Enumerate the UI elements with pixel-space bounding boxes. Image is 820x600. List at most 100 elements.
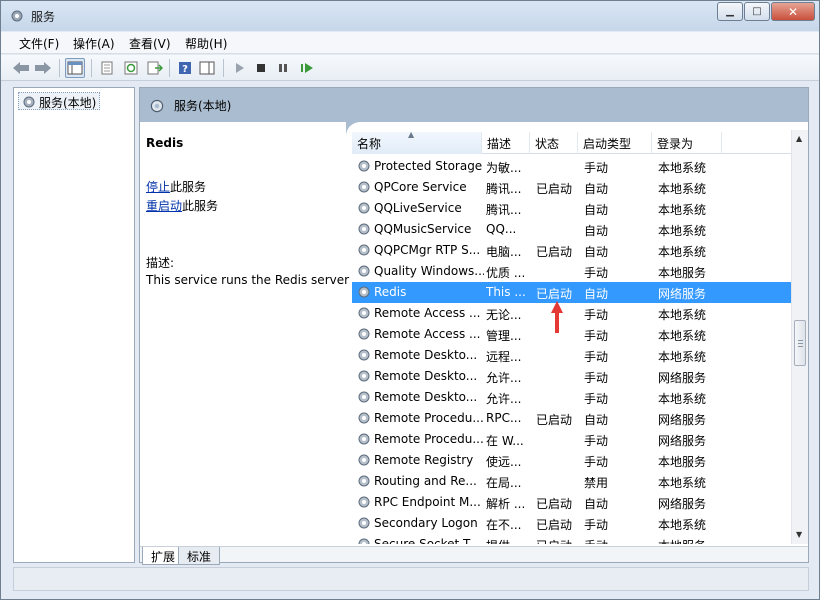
service-startup-type-cell: 禁用 [584,476,609,490]
action-pane-button[interactable] [197,58,217,78]
service-row[interactable]: QQMusicService QQ... 自动 本地系统 [352,219,798,240]
service-startup-type-cell: 手动 [584,308,609,322]
console-tree: 服务(本地) [13,87,135,563]
service-name-cell: Remote Procedu... [374,432,484,446]
stop-service-line: 停止此服务 [146,178,206,195]
service-row[interactable]: QQLiveService 腾讯... 自动 本地系统 [352,198,798,219]
service-gear-icon [356,536,372,544]
refresh-button[interactable] [121,58,141,78]
toolbar-separator [59,59,60,77]
service-startup-type-cell: 自动 [584,287,609,301]
service-name-cell: Secure Socket T... [374,537,481,544]
vertical-scrollbar[interactable]: ▲ ▼ [791,130,808,544]
restart-service-link[interactable]: 重启动 [146,199,182,213]
menu-help[interactable]: 帮助(H) [185,35,227,52]
service-logon-cell: 本地系统 [658,245,707,259]
restart-service-button[interactable] [297,58,317,78]
service-name-cell: QQMusicService [374,222,472,236]
service-status-cell: 已启动 [536,497,573,511]
service-row[interactable]: Remote Registry 使远... 手动 本地服务 [352,450,798,471]
stop-service-button[interactable] [251,58,271,78]
service-status-cell: 已启动 [536,182,573,196]
tab-standard[interactable]: 标准 [178,547,221,565]
scroll-up-icon[interactable]: ▲ [796,134,802,143]
forward-button[interactable] [33,58,53,78]
service-logon-cell: 本地系统 [658,224,707,238]
close-button[interactable]: ✕ [771,2,815,21]
service-logon-cell: 本地服务 [658,537,728,544]
service-gear-icon [356,200,372,219]
menu-action[interactable]: 操作(A) [73,35,115,52]
service-gear-icon [356,368,372,387]
services-pane: 服务(本地) Redis 停止此服务 重启动此服务 描述: This servi… [139,87,809,565]
scrollbar-thumb[interactable] [794,320,806,366]
service-name-cell: Remote Registry [374,453,474,467]
service-row[interactable]: Remote Deskto... 允许... 手动 网络服务 [352,366,798,387]
help-button[interactable]: ? [175,58,195,78]
column-header-name[interactable]: ▲ 名称 [352,130,482,154]
column-header-status[interactable]: 状态 [530,132,578,154]
service-row[interactable]: Remote Procedu... RPC... 已启动 自动 网络服务 [352,408,798,429]
show-hide-console-tree-button[interactable] [65,58,85,78]
service-gear-icon [356,284,372,303]
pause-service-button[interactable] [273,58,293,78]
start-service-button[interactable] [229,58,249,78]
service-row[interactable]: Remote Procedu... 在 W... 手动 网络服务 [352,429,798,450]
title-bar[interactable]: 服务 ▁ □ ✕ [1,1,819,31]
export-list-button[interactable] [145,58,165,78]
service-startup-type-cell: 手动 [584,537,654,544]
service-logon-cell: 网络服务 [658,371,707,385]
service-description-cell: 为敏... [486,161,522,175]
service-logon-cell: 本地系统 [658,350,707,364]
menu-bar: 文件(F) 操作(A) 查看(V) 帮助(H) [1,32,819,54]
services-gear-icon [150,99,164,113]
properties-button[interactable] [97,58,117,78]
service-description-cell: 解析 ... [486,497,526,511]
service-startup-type-cell: 自动 [584,497,609,511]
service-status-cell: 已启动 [536,518,573,532]
pause-icon [279,64,287,72]
column-header-logon-as[interactable]: 登录为 [652,132,722,154]
menu-view[interactable]: 查看(V) [129,35,171,52]
service-gear-icon [356,179,372,198]
stop-icon [257,64,265,72]
service-row[interactable]: Remote Deskto... 允许... 手动 本地系统 [352,387,798,408]
service-name-cell: Remote Deskto... [374,348,478,362]
service-row[interactable]: Remote Access ... 无论... 手动 本地系统 [352,303,798,324]
maximize-button[interactable]: □ [744,2,770,21]
service-row[interactable]: Protected Storage 为敏... 手动 本地系统 [352,156,798,177]
back-button[interactable] [11,58,31,78]
service-logon-cell: 本地系统 [658,476,707,490]
tree-node-services-local[interactable]: 服务(本地) [18,92,101,110]
service-description-cell: 电脑... [486,245,522,259]
service-row[interactable]: Remote Deskto... 远程... 手动 本地系统 [352,345,798,366]
scroll-down-icon[interactable]: ▼ [796,530,802,539]
menu-file[interactable]: 文件(F) [19,35,59,52]
status-bar [13,567,809,591]
maximize-icon: □ [752,6,762,17]
service-row[interactable]: Routing and Re... 在局... 禁用 本地系统 [352,471,798,492]
service-row[interactable]: Secondary Logon 在不... 已启动 手动 本地系统 [352,513,798,534]
service-logon-cell: 本地系统 [658,518,707,532]
service-logon-cell: 网络服务 [658,413,707,427]
service-row[interactable]: Redis This ... 已启动 自动 网络服务 [352,282,798,303]
column-header-description[interactable]: 描述 [482,132,530,154]
stop-service-link[interactable]: 停止 [146,180,170,194]
service-description-cell: This ... [486,285,526,299]
service-row[interactable]: QPCore Service 腾讯... 已启动 自动 本地系统 [352,177,798,198]
column-header-startup-type[interactable]: 启动类型 [578,132,652,154]
service-row[interactable]: Remote Access ... 管理... 手动 本地系统 [352,324,798,345]
service-gear-icon [356,389,372,408]
service-startup-type-cell: 手动 [584,518,609,532]
service-row[interactable]: QQPCMgr RTP S... 电脑... 已启动 自动 本地系统 [352,240,798,261]
service-startup-type-cell: 自动 [584,182,609,196]
service-row[interactable]: RPC Endpoint M... 解析 ... 已启动 自动 网络服务 [352,492,798,513]
service-gear-icon [356,158,372,177]
minimize-button[interactable]: ▁ [717,2,743,21]
service-row[interactable]: Quality Windows... 优质 ... 手动 本地服务 [352,261,798,282]
service-logon-cell: 网络服务 [658,434,707,448]
service-row[interactable]: Secure Socket T... 提供... 已启动手动本地服务 [352,534,798,544]
service-startup-type-cell: 手动 [584,161,609,175]
tree-node-label: 服务(本地) [39,96,97,110]
service-description-cell: 允许... [486,392,522,406]
